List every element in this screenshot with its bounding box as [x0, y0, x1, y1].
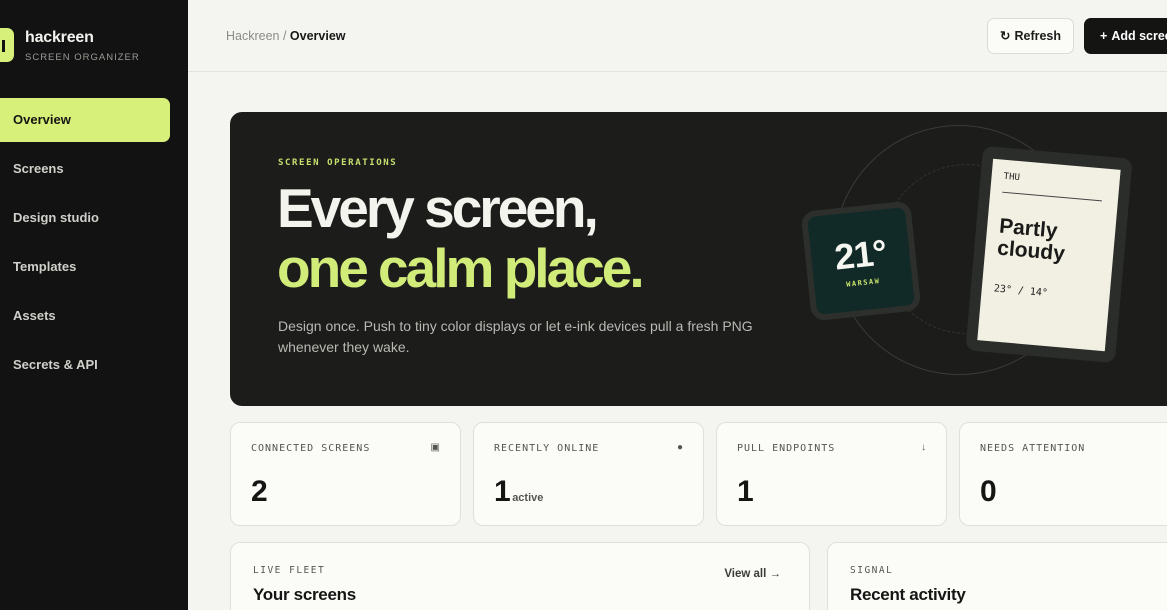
refresh-button[interactable]: ↻ Refresh [987, 18, 1074, 54]
hero-headline-line1: Every screen, [277, 177, 599, 239]
sidebar-item-secrets-api[interactable]: Secrets & API [0, 343, 170, 387]
view-all-link[interactable]: View all → [724, 568, 781, 580]
panel-title: Recent activity [850, 585, 966, 604]
add-screen-label: Add screen [1111, 29, 1167, 43]
sidebar-item-templates[interactable]: Templates [0, 245, 170, 289]
sidebar-nav: Overview Screens Design studio Templates… [0, 98, 188, 392]
hero-headline-line2: one calm place. [277, 237, 645, 299]
panel-eyebrow: SIGNAL [850, 565, 894, 576]
stat-card-needs-attention: NEEDS ATTENTION ! 0 [959, 422, 1167, 526]
eink-divider [1002, 191, 1102, 202]
eink-device-preview: THU Partly cloudy 23° / 14° [965, 145, 1133, 364]
breadcrumb-root[interactable]: Hackreen [226, 29, 280, 43]
stat-label: PULL ENDPOINTS [737, 443, 836, 454]
color-display-preview: 21° WARSAW [800, 200, 922, 322]
panel-eyebrow: LIVE FLEET [253, 565, 326, 576]
sidebar-item-overview[interactable]: Overview [0, 98, 170, 142]
tile-temperature: 21° [832, 231, 889, 278]
stat-value: 1 active [494, 475, 544, 508]
online-dot-icon: ● [676, 442, 683, 453]
stat-label: CONNECTED SCREENS [251, 443, 371, 454]
stat-value: 1 [737, 475, 754, 508]
sidebar-item-screens[interactable]: Screens [0, 147, 170, 191]
stat-card-connected-screens: CONNECTED SCREENS ▣ 2 [230, 422, 461, 526]
add-screen-button[interactable]: +Add screen [1084, 18, 1167, 54]
brand-subtitle: SCREEN ORGANIZER [25, 52, 140, 63]
eink-day: THU [1003, 171, 1021, 184]
hero-description: Design once. Push to tiny color displays… [278, 318, 753, 355]
sidebar: hackreen SCREEN ORGANIZER Overview Scree… [0, 0, 188, 610]
eink-screen: THU Partly cloudy 23° / 14° [977, 158, 1121, 352]
brand-name: hackreen [25, 29, 94, 46]
refresh-label: Refresh [1014, 29, 1062, 43]
stat-value: 0 [980, 475, 997, 508]
live-fleet-panel: LIVE FLEET Your screens View all → [230, 542, 810, 610]
logo-icon [0, 28, 14, 62]
eink-condition: Partly cloudy [996, 214, 1066, 266]
panel-title: Your screens [253, 585, 356, 604]
stat-value: 2 [251, 475, 268, 508]
recent-activity-panel: SIGNAL Recent activity [827, 542, 1167, 610]
stat-label: RECENTLY ONLINE [494, 443, 600, 454]
breadcrumb: Hackreen / Overview [226, 29, 346, 43]
screen-icon: ▣ [430, 442, 440, 453]
stat-card-pull-endpoints: PULL ENDPOINTS ↓ 1 [716, 422, 947, 526]
hero-eyebrow: SCREEN OPERATIONS [278, 158, 398, 168]
top-bar: Hackreen / Overview ↻Refresh +Add screen [188, 0, 1167, 72]
brand[interactable]: hackreen SCREEN ORGANIZER [0, 24, 188, 68]
breadcrumb-separator: / [279, 29, 290, 43]
hero-banner: SCREEN OPERATIONS Every screen, one calm… [230, 112, 1167, 406]
eink-temp-range: 23° / 14° [993, 283, 1049, 300]
stat-card-recently-online: RECENTLY ONLINE ● 1 active [473, 422, 704, 526]
plus-icon: + [1100, 29, 1108, 43]
arrow-down-icon: ↓ [921, 442, 926, 453]
refresh-icon: ↻ [999, 29, 1011, 43]
breadcrumb-current: Overview [289, 29, 346, 43]
stat-unit: active [512, 492, 544, 504]
sidebar-item-design-studio[interactable]: Design studio [0, 196, 170, 240]
stat-label: NEEDS ATTENTION [980, 443, 1086, 454]
sidebar-item-assets[interactable]: Assets [0, 294, 170, 338]
